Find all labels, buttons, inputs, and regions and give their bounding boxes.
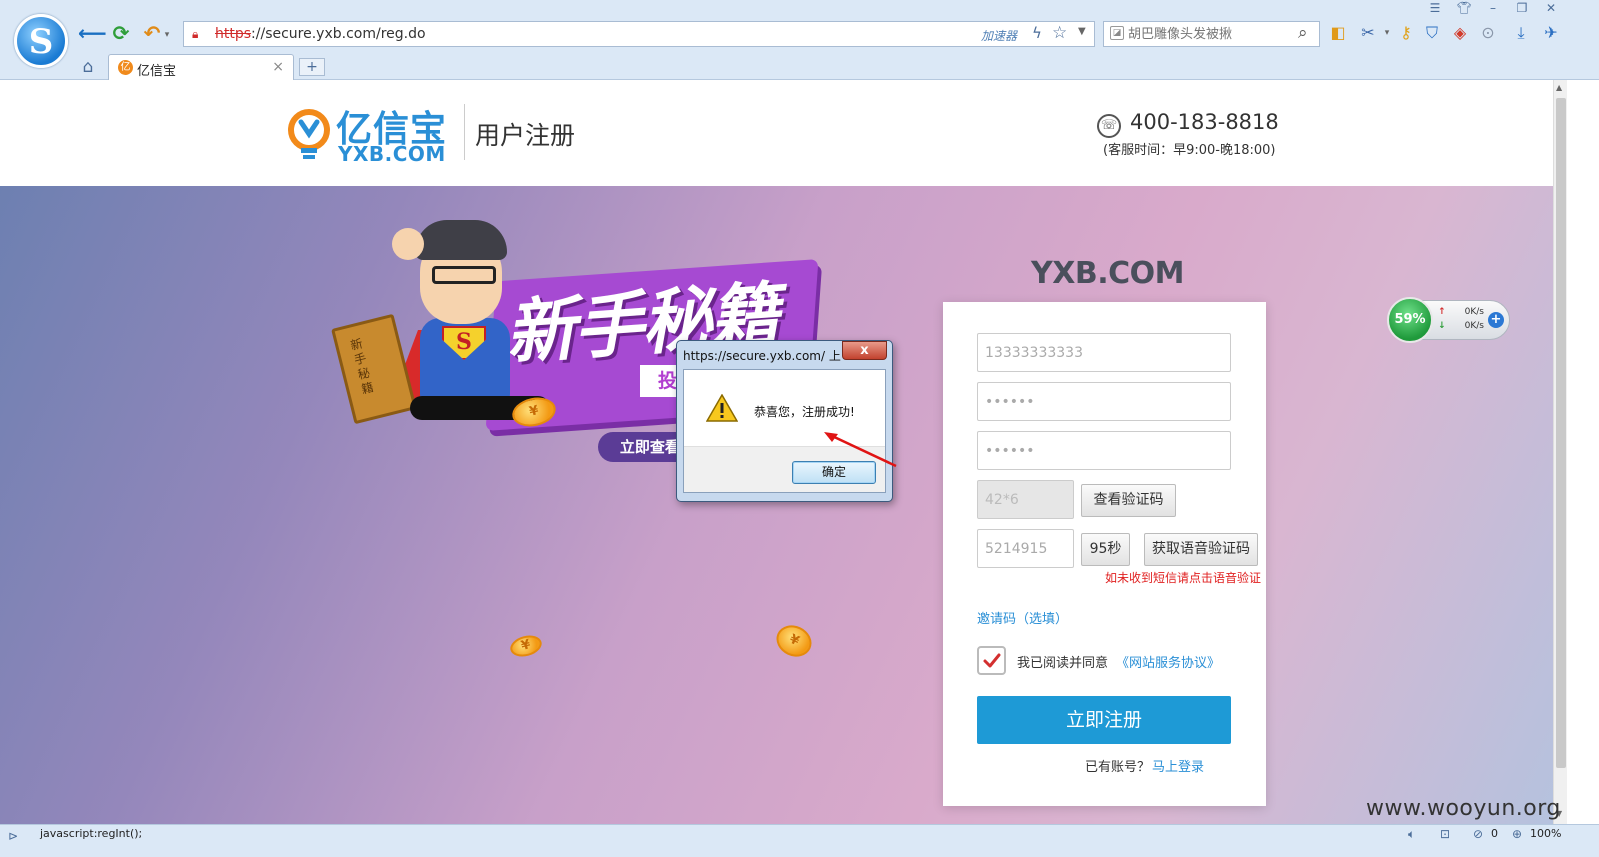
- extension-icon[interactable]: ◈: [1450, 23, 1470, 43]
- chevron-down-icon[interactable]: ▾: [1377, 23, 1397, 43]
- bookmark-icon[interactable]: ◧: [1328, 23, 1348, 43]
- close-icon[interactable]: ✕: [1541, 1, 1561, 17]
- banner-wordmark: YXB.COM: [1031, 256, 1185, 291]
- scroll-thumb[interactable]: [1556, 98, 1566, 768]
- shield-icon[interactable]: ⛉: [1422, 23, 1442, 43]
- upload-arrow-icon: ↑: [1438, 307, 1446, 317]
- download-icon[interactable]: ⤓: [1511, 23, 1531, 43]
- checkmark-icon: [983, 653, 1001, 668]
- tab-active[interactable]: 亿 亿信宝 ×: [108, 54, 294, 80]
- agree-checkbox[interactable]: [977, 646, 1006, 675]
- new-tab-button[interactable]: +: [299, 58, 325, 76]
- vertical-scrollbar[interactable]: ▲ ▼: [1553, 80, 1567, 824]
- service-hours: (客服时间：早9:00-晚18:00): [1103, 143, 1276, 158]
- register-button[interactable]: 立即注册: [977, 696, 1231, 744]
- hero-hair: [415, 220, 507, 260]
- phone-field[interactable]: [977, 333, 1231, 372]
- lightning-icon[interactable]: ϟ: [1032, 24, 1042, 42]
- home-icon[interactable]: ⌂: [78, 57, 98, 77]
- zoom-icon[interactable]: ⊕: [1512, 827, 1522, 841]
- hotline-number: 400-183-8818: [1130, 110, 1279, 134]
- divider: [464, 104, 465, 160]
- upload-speed: ↑ 0K/s: [1438, 307, 1484, 317]
- scissors-icon[interactable]: ✂: [1358, 23, 1378, 43]
- dialog-close-button[interactable]: x: [842, 341, 887, 360]
- alert-dialog: https://secure.yxb.com/ 上... x 恭喜您，注册成功!…: [676, 340, 893, 502]
- download-speed: ↓ 0K/s: [1438, 321, 1484, 331]
- refresh-icon[interactable]: ⟳: [109, 22, 133, 46]
- tab-favicon-icon: 亿: [118, 60, 133, 75]
- status-bar: ⊳ javascript:regInt(); 🔈︎ ⊡ ⊘ 0 ⊕ 100%: [0, 824, 1599, 857]
- star-icon[interactable]: ☆: [1052, 23, 1067, 43]
- login-link[interactable]: 马上登录: [1152, 756, 1204, 775]
- search-icon[interactable]: ⌕: [1298, 23, 1308, 43]
- pin-icon[interactable]: ✈: [1541, 23, 1561, 43]
- invite-code-link[interactable]: 邀请码（选填）: [977, 608, 1068, 627]
- url-text[interactable]: https://secure.yxb.com/reg.do: [215, 26, 426, 42]
- voice-code-button[interactable]: 获取语音验证码: [1144, 533, 1258, 566]
- chevron-down-icon[interactable]: ▼: [1078, 26, 1086, 37]
- show-captcha-button[interactable]: 查看验证码: [1081, 484, 1176, 517]
- peace-hand-icon: [392, 228, 424, 260]
- sms-hint: 如未收到短信请点击语音验证: [1105, 571, 1262, 585]
- search-box[interactable]: ◪ ⌕: [1103, 21, 1320, 47]
- download-arrow-icon: ↓: [1438, 321, 1446, 331]
- address-bar[interactable]: 🔒︎ https://secure.yxb.com/reg.do 加速器 ϟ ☆…: [183, 21, 1095, 47]
- logo-domain[interactable]: YXB.COM: [338, 142, 446, 166]
- countdown-button[interactable]: 95秒: [1081, 533, 1130, 566]
- site-header: 亿信宝 YXB.COM 用户注册 ☏ 400-183-8818 (客服时间：早9…: [0, 80, 1553, 186]
- scroll-up-icon[interactable]: ▲: [1556, 83, 1562, 92]
- dialog-message: 恭喜您，注册成功!: [754, 405, 855, 419]
- phone-icon: ☏: [1097, 114, 1121, 138]
- speaker-icon[interactable]: 🔈︎: [1408, 827, 1415, 842]
- search-engine-icon[interactable]: ◪: [1110, 26, 1124, 40]
- have-account-label: 已有账号？: [1085, 760, 1151, 775]
- blocked-count: 0: [1491, 827, 1498, 840]
- skin-icon[interactable]: 👕︎: [1454, 1, 1474, 17]
- close-icon[interactable]: ×: [272, 59, 284, 75]
- watermark: www.wooyun.org: [1366, 796, 1561, 821]
- agree-label: 我已阅读并同意: [1017, 656, 1109, 671]
- key-icon[interactable]: ⚷: [1396, 23, 1416, 43]
- restore-icon[interactable]: ❐: [1512, 1, 1532, 17]
- status-text: javascript:regInt();: [40, 827, 143, 840]
- confirm-password-field[interactable]: [977, 431, 1231, 470]
- lightbulb-logo-icon[interactable]: [287, 108, 335, 162]
- red-arrow-annotation: [824, 432, 897, 468]
- captcha-field[interactable]: [977, 480, 1074, 519]
- screenshot-icon[interactable]: ⊡: [1440, 827, 1450, 841]
- glasses-icon: [432, 266, 496, 284]
- password-field[interactable]: [977, 382, 1231, 421]
- memory-percent[interactable]: 59%: [1387, 297, 1433, 343]
- lock-broken-icon: 🔒︎: [192, 27, 199, 41]
- more-icon[interactable]: ⊙: [1478, 23, 1498, 43]
- plus-icon[interactable]: +: [1488, 312, 1504, 328]
- minimize-icon[interactable]: –: [1483, 1, 1503, 17]
- service-agreement-link[interactable]: 《网站服务协议》: [1116, 652, 1220, 671]
- search-input[interactable]: [1128, 24, 1288, 44]
- zoom-level[interactable]: 100%: [1530, 827, 1561, 840]
- menu-icon[interactable]: ☰: [1425, 1, 1445, 17]
- window-edge: [1567, 80, 1599, 824]
- sms-code-field[interactable]: [977, 529, 1074, 568]
- dialog-title: https://secure.yxb.com/ 上...: [683, 349, 841, 363]
- chevron-down-icon[interactable]: ▾: [161, 24, 173, 48]
- browser-chrome: S ⟵ ⟳ ↶ ▾ 🔒︎ https://secure.yxb.com/reg.…: [0, 0, 1599, 80]
- sidebar-toggle-icon[interactable]: ⊳: [8, 829, 18, 843]
- back-arrow-icon[interactable]: ⟵: [78, 22, 107, 46]
- page-title: 用户注册: [475, 121, 576, 150]
- adblock-icon[interactable]: ⊘: [1473, 827, 1483, 841]
- accelerator-button[interactable]: 加速器: [981, 27, 1017, 44]
- browser-logo[interactable]: S: [14, 14, 68, 68]
- warning-icon: [706, 394, 738, 422]
- tab-title: 亿信宝: [137, 64, 177, 79]
